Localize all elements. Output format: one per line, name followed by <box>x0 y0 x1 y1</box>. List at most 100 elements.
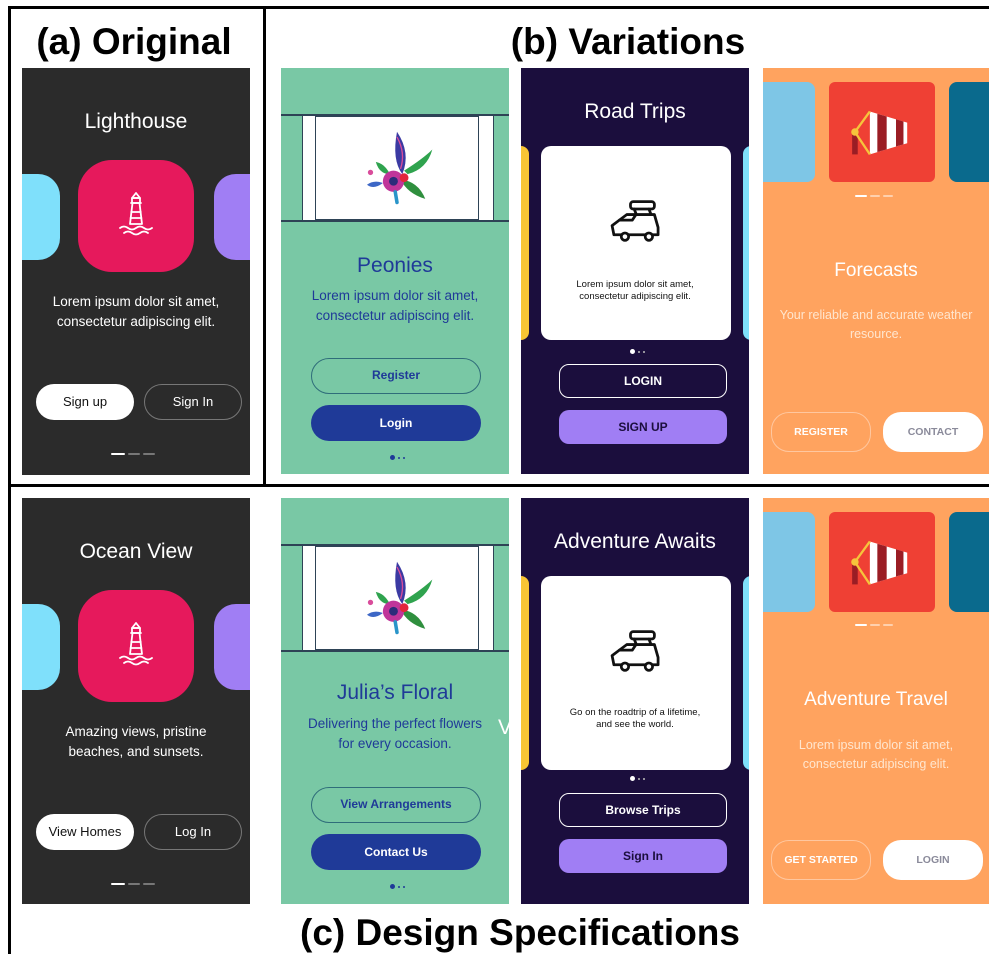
page-dot[interactable] <box>643 351 645 353</box>
carousel-card-active[interactable] <box>315 116 479 220</box>
sign-up-button[interactable]: Sign up <box>36 384 134 420</box>
page-indicator[interactable] <box>111 453 155 455</box>
screen-title: Julia’s Floral <box>336 681 454 704</box>
carousel-card-left[interactable] <box>22 604 60 690</box>
page-dot[interactable] <box>398 886 400 888</box>
page-dot[interactable] <box>883 195 893 197</box>
get-started-button[interactable]: GET STARTED <box>771 840 871 880</box>
screen-title: Forecasts <box>834 260 918 281</box>
screen-variation-forecasts: Forecasts Your reliable and accurate wea… <box>763 68 989 474</box>
carousel-card-active[interactable] <box>541 146 731 340</box>
carousel-card-right[interactable] <box>743 576 749 770</box>
contact-button[interactable]: CONTACT <box>883 412 983 452</box>
page-dot[interactable] <box>638 351 640 353</box>
screen-body-text: Your reliable and accurate weather resou… <box>779 308 973 341</box>
car-icon <box>610 630 660 672</box>
login-button[interactable]: LOGIN <box>883 840 983 880</box>
lighthouse-icon <box>119 622 153 666</box>
register-button[interactable]: REGISTER <box>771 412 871 452</box>
page-indicator[interactable] <box>630 776 645 781</box>
page-dot[interactable] <box>403 457 405 459</box>
carousel-card-active[interactable] <box>315 546 479 650</box>
row-divider <box>8 484 989 487</box>
carousel-card-left[interactable] <box>521 146 529 340</box>
login-button[interactable]: LOGIN <box>559 364 727 398</box>
screen-variation-road-trips: Road Trips Lorem ipsum dolor sit amet, c… <box>521 68 749 474</box>
browse-trips-button[interactable]: Browse Trips <box>559 793 727 827</box>
page-dot[interactable] <box>398 457 400 459</box>
carousel-card-active[interactable] <box>829 512 935 612</box>
carousel-card-right[interactable] <box>214 174 250 260</box>
screen-title: Road Trips <box>584 100 686 123</box>
carousel-card-active[interactable] <box>829 82 935 182</box>
page-dot-active[interactable] <box>855 624 867 626</box>
caption-variations: (b) Variations <box>510 21 746 62</box>
page-dot-active[interactable] <box>630 776 635 781</box>
carousel-card-active[interactable] <box>541 576 731 770</box>
page-indicator[interactable] <box>855 624 893 626</box>
log-in-button[interactable]: Log In <box>144 814 242 850</box>
windsock-icon <box>851 540 908 586</box>
page-dot[interactable] <box>883 624 893 626</box>
page-indicator[interactable] <box>855 195 893 197</box>
carousel-card-left[interactable] <box>281 116 303 220</box>
screen-title: Ocean View <box>79 540 193 563</box>
page-dot-active[interactable] <box>111 453 125 455</box>
screen-spec-adventure-travel: Adventure Travel Lorem ipsum dolor sit a… <box>763 498 989 904</box>
carousel-card-left[interactable] <box>763 512 815 612</box>
view-arrangements-button[interactable]: View Arrangements <box>311 787 481 823</box>
carousel-card-left[interactable] <box>22 174 60 260</box>
page-indicator[interactable] <box>111 883 155 885</box>
page-dot-active[interactable] <box>630 349 635 354</box>
screen-body-text: Lorem ipsum dolor sit amet, consectetur … <box>798 738 954 771</box>
page-indicator[interactable] <box>630 349 645 354</box>
login-button[interactable]: Login <box>311 405 481 441</box>
screen-body-text: Amazing views, pristine beaches, and sun… <box>65 724 207 759</box>
screen-title: Adventure Awaits <box>554 530 716 553</box>
view-homes-button[interactable]: View Homes <box>36 814 134 850</box>
carousel-card-right[interactable] <box>493 116 509 220</box>
carousel-card-left[interactable] <box>281 546 303 650</box>
lighthouse-icon <box>119 192 153 236</box>
screen-title: Adventure Travel <box>804 689 948 710</box>
carousel-card-right[interactable] <box>743 146 749 340</box>
page-dot-active[interactable] <box>390 884 395 889</box>
contact-us-button[interactable]: Contact Us <box>311 834 481 870</box>
page-dot[interactable] <box>143 453 155 455</box>
carousel-card-active[interactable] <box>78 160 194 272</box>
page-dot-active[interactable] <box>390 455 395 460</box>
carousel-card-right[interactable] <box>949 82 989 182</box>
page-dot[interactable] <box>643 778 645 780</box>
screen-title: Peonies <box>357 254 433 277</box>
carousel-card-left[interactable] <box>521 576 529 770</box>
carousel-card-right[interactable] <box>493 546 509 650</box>
car-icon <box>610 200 660 242</box>
page-dot[interactable] <box>403 886 405 888</box>
screen-body-text: Go on the roadtrip of a lifetime, and se… <box>569 707 701 730</box>
comparison-figure: (a) Original (b) Variations (c) Design S… <box>0 0 989 954</box>
register-button[interactable]: Register <box>311 358 481 394</box>
carousel-card-active[interactable] <box>78 590 194 702</box>
screen-spec-ocean-view: Ocean View Amazing views, pristine beach… <box>22 498 250 904</box>
page-dot[interactable] <box>128 453 140 455</box>
flower-illustration <box>366 131 433 205</box>
page-indicator[interactable] <box>390 455 405 460</box>
page-dot-active[interactable] <box>111 883 125 885</box>
page-dot[interactable] <box>128 883 140 885</box>
screen-spec-adventure-awaits: Adventure Awaits Go on the roadtrip of a… <box>521 498 749 904</box>
page-dot-active[interactable] <box>855 195 867 197</box>
sign-up-button[interactable]: SIGN UP <box>559 410 727 444</box>
page-dot[interactable] <box>143 883 155 885</box>
sign-in-button[interactable]: Sign In <box>144 384 242 420</box>
caption-design-specifications: (c) Design Specifications <box>300 912 740 953</box>
page-dot[interactable] <box>870 195 880 197</box>
windsock-icon <box>851 110 908 156</box>
page-dot[interactable] <box>638 778 640 780</box>
carousel-card-right[interactable] <box>949 512 989 612</box>
page-dot[interactable] <box>870 624 880 626</box>
flower-illustration <box>366 561 433 635</box>
page-indicator[interactable] <box>390 884 405 889</box>
carousel-card-left[interactable] <box>763 82 815 182</box>
sign-in-button[interactable]: Sign In <box>559 839 727 873</box>
carousel-card-right[interactable] <box>214 604 250 690</box>
